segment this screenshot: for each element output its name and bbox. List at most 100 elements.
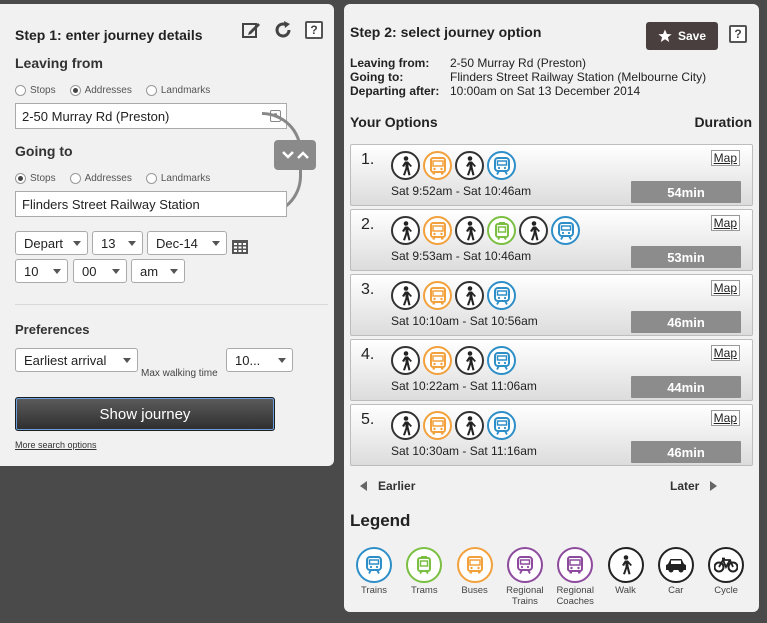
show-journey-button[interactable]: Show journey: [15, 397, 275, 431]
radio-leaving-stops[interactable]: Stops: [15, 85, 56, 96]
option-number: 2.: [361, 216, 375, 233]
walk-icon: [455, 151, 484, 180]
walk-icon: [455, 281, 484, 310]
mode-icons: [391, 346, 516, 375]
panel-title: Step 1: enter journey details: [15, 27, 203, 43]
walk-icon: [391, 281, 420, 310]
depart-mode-select[interactable]: Depart: [15, 231, 88, 255]
going-to-summary: Going to: Flinders Street Railway Station…: [350, 70, 707, 84]
later-button[interactable]: Later: [670, 479, 718, 493]
journey-option-2[interactable]: 2. Sat 9:53am - Sat 10:46am Map 53min: [350, 209, 753, 271]
legend-item: Walk: [601, 547, 651, 596]
map-link[interactable]: Map: [710, 150, 740, 166]
radio-going-addresses[interactable]: Addresses: [69, 173, 132, 184]
train-icon: [487, 411, 516, 440]
preferences-label: Preferences: [15, 322, 90, 337]
save-button[interactable]: Save: [646, 22, 718, 50]
day-select[interactable]: 13: [92, 231, 143, 255]
legend-label: Regional Coaches: [556, 585, 594, 607]
tram-icon: [487, 216, 516, 245]
walk-icon: [455, 216, 484, 245]
chevron-up-icon: [296, 151, 309, 159]
train-icon: [487, 346, 516, 375]
going-to-type: Stops Addresses Landmarks: [15, 173, 224, 184]
map-link[interactable]: Map: [710, 215, 740, 231]
journey-option-5[interactable]: 5. Sat 10:30am - Sat 11:16am Map 46min: [350, 404, 753, 466]
mode-icons: [391, 151, 516, 180]
bus-icon: [423, 151, 452, 180]
radio-going-landmarks[interactable]: Landmarks: [145, 173, 210, 184]
journey-option-4[interactable]: 4. Sat 10:22am - Sat 11:06am Map 44min: [350, 339, 753, 401]
mode-icons: [391, 281, 516, 310]
radio-going-stops[interactable]: Stops: [15, 173, 56, 184]
train-icon: [487, 151, 516, 180]
legend-title: Legend: [350, 511, 411, 530]
option-number: 4.: [361, 346, 375, 363]
legend-item: Regional Trains: [500, 547, 550, 607]
journey-option-1[interactable]: 1. Sat 9:52am - Sat 10:46am Map 54min: [350, 144, 753, 206]
month-select[interactable]: Dec-14: [147, 231, 227, 255]
help-icon[interactable]: ?: [305, 21, 323, 39]
duration-badge: 44min: [631, 376, 741, 398]
walk-icon: [391, 216, 420, 245]
refresh-icon[interactable]: [273, 20, 293, 40]
earlier-button[interactable]: Earlier: [360, 479, 415, 493]
bus-icon: [456, 547, 493, 583]
option-number: 5.: [361, 411, 375, 428]
walk-icon: [455, 346, 484, 375]
divider: [15, 304, 328, 305]
bus-icon: [423, 216, 452, 245]
legend-label: Trams: [411, 585, 438, 596]
option-time: Sat 9:53am - Sat 10:46am: [391, 249, 532, 263]
legend-label: Cycle: [714, 585, 738, 596]
journey-option-3[interactable]: 3. Sat 10:10am - Sat 10:56am Map 46min: [350, 274, 753, 336]
preference-select[interactable]: Earliest arrival: [15, 348, 138, 372]
train-icon: [487, 281, 516, 310]
mode-icons: [391, 411, 516, 440]
help-icon[interactable]: ?: [729, 25, 747, 43]
map-link[interactable]: Map: [710, 410, 740, 426]
duration-badge: 53min: [631, 246, 741, 268]
walk-icon: [519, 216, 548, 245]
swap-locations-button[interactable]: [274, 140, 316, 170]
map-link[interactable]: Map: [710, 280, 740, 296]
legend-label: Buses: [461, 585, 488, 596]
duration-badge: 46min: [631, 311, 741, 333]
walk-icon: [391, 346, 420, 375]
hour-select[interactable]: 10: [15, 259, 68, 283]
max-walking-select[interactable]: 10...: [226, 348, 293, 372]
option-number: 3.: [361, 281, 375, 298]
legend-item: Car: [651, 547, 701, 596]
legend-label: Trains: [360, 585, 388, 596]
regional-train-icon: [506, 547, 543, 583]
train-icon: [551, 216, 580, 245]
star-icon: [658, 29, 672, 42]
map-link[interactable]: Map: [710, 345, 740, 361]
walk-icon: [391, 151, 420, 180]
leaving-from-type: Stops Addresses Landmarks: [15, 85, 224, 96]
train-icon: [356, 547, 392, 583]
walk-icon: [391, 411, 420, 440]
bus-icon: [423, 411, 452, 440]
max-walking-label: Max walking time: [141, 368, 218, 379]
radio-leaving-landmarks[interactable]: Landmarks: [145, 85, 210, 96]
radio-leaving-addresses[interactable]: Addresses: [69, 85, 132, 96]
options-heading: Your Options: [350, 114, 438, 130]
option-number: 1.: [361, 151, 375, 168]
duration-badge: 46min: [631, 441, 741, 463]
departing-after-summary: Departing after: 10:00am on Sat 13 Decemb…: [350, 84, 641, 98]
edit-icon[interactable]: [241, 20, 261, 40]
bus-icon: [423, 346, 452, 375]
chevron-down-icon: [281, 151, 294, 159]
walk-icon: [607, 547, 644, 583]
calendar-icon[interactable]: [232, 238, 248, 254]
option-time: Sat 10:30am - Sat 11:16am: [391, 444, 537, 458]
option-time: Sat 10:22am - Sat 11:06am: [391, 379, 537, 393]
chevron-right-icon: [710, 481, 718, 491]
minute-select[interactable]: 00: [73, 259, 127, 283]
leaving-from-input[interactable]: 2-50 Murray Rd (Preston): [15, 103, 287, 129]
ampm-select[interactable]: am: [131, 259, 185, 283]
chevron-left-icon: [360, 481, 367, 491]
going-to-input[interactable]: Flinders Street Railway Station: [15, 191, 287, 217]
more-search-options-link[interactable]: More search options: [15, 440, 97, 450]
